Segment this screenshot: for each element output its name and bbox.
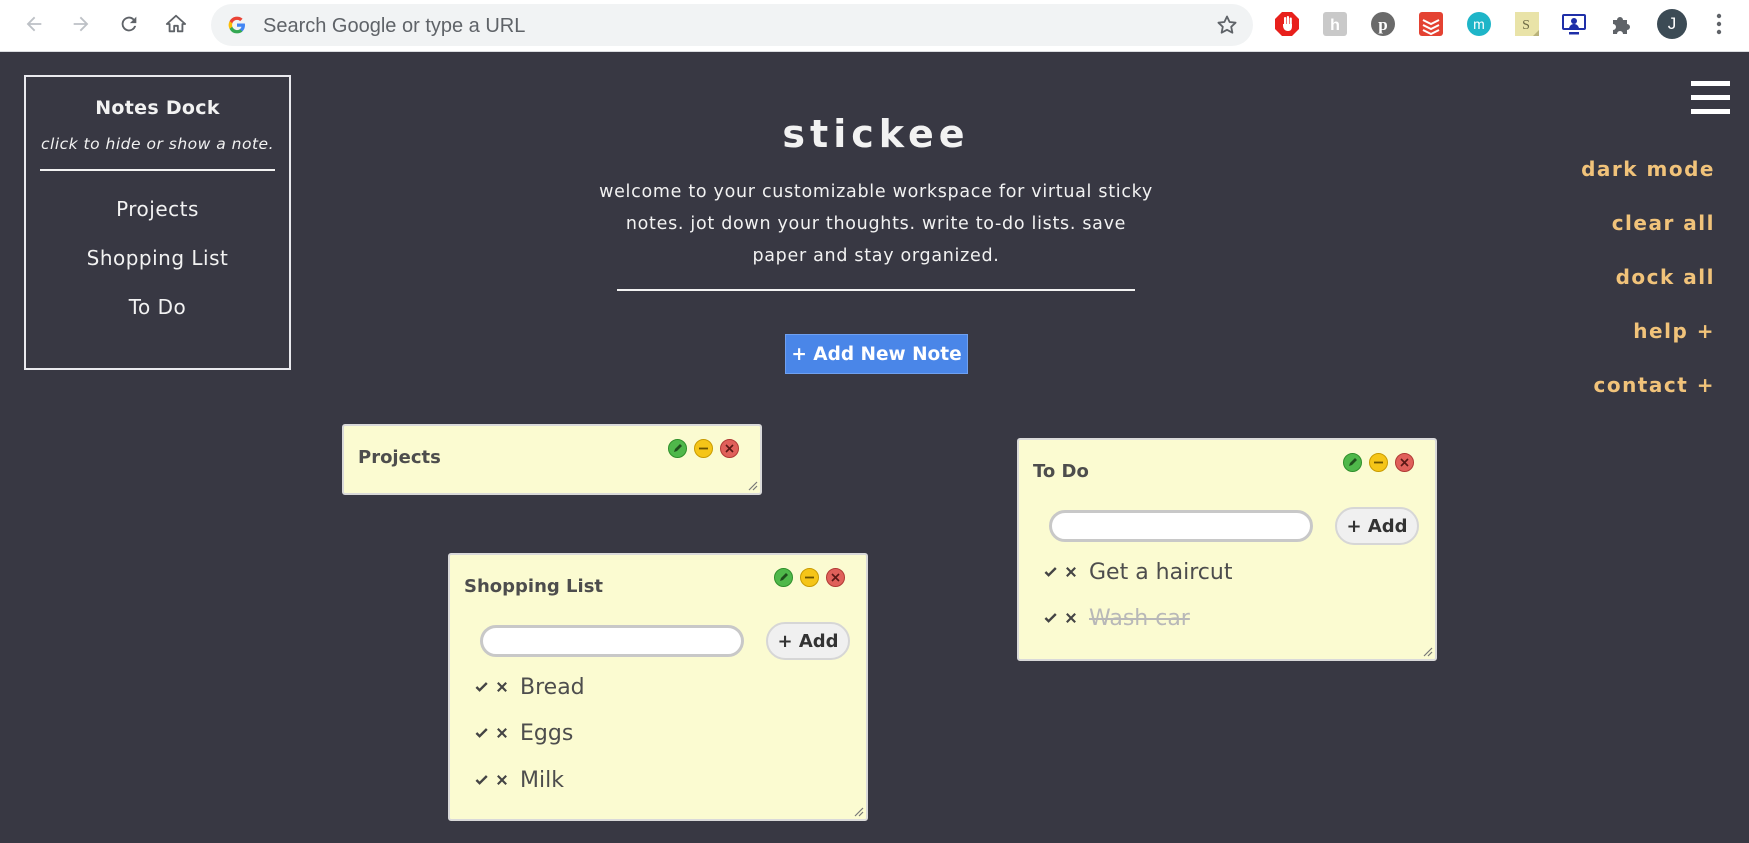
resize-handle-icon[interactable] (746, 479, 758, 491)
minus-icon (694, 439, 713, 458)
note-shopping-list[interactable]: Shopping List + Add Bread Eggs Milk (448, 553, 868, 821)
dock-item-to-do[interactable]: To Do (26, 295, 289, 319)
new-item-input[interactable] (1049, 510, 1313, 542)
check-icon[interactable] (472, 677, 492, 697)
list-item-completed: Wash car (1041, 603, 1190, 633)
header-divider (617, 289, 1135, 291)
delete-x-icon[interactable] (1061, 562, 1081, 582)
note-title: Shopping List (464, 576, 604, 597)
pencil-icon (774, 568, 793, 587)
minus-icon (1369, 453, 1388, 472)
reload-button[interactable] (111, 6, 147, 42)
note-to-do[interactable]: To Do + Add Get a haircut Wash car (1017, 438, 1437, 661)
screen-monitor-icon[interactable] (1561, 11, 1587, 37)
list-item: Get a haircut (1041, 557, 1232, 587)
m-circle-icon[interactable]: m (1466, 11, 1492, 37)
clear-all-link[interactable]: clear all (1612, 211, 1715, 235)
omnibox[interactable]: Search Google or type a URL (211, 4, 1253, 46)
welcome-text: welcome to your customizable workspace f… (599, 182, 1153, 266)
profile-avatar[interactable]: J (1657, 9, 1687, 39)
list-item: Bread (472, 672, 585, 702)
google-g-icon (228, 16, 245, 34)
resize-handle-icon[interactable] (852, 805, 864, 817)
close-icon (826, 568, 845, 587)
app-title: stickee (782, 112, 970, 156)
close-button[interactable] (826, 568, 845, 587)
check-icon[interactable] (472, 770, 492, 790)
resize-handle-icon[interactable] (1421, 645, 1433, 657)
back-button[interactable] (16, 6, 52, 42)
dock-subtitle: click to hide or show a note. (40, 135, 275, 153)
edit-button[interactable] (1343, 453, 1362, 472)
dock-divider (40, 169, 275, 171)
close-icon (720, 439, 739, 458)
delete-x-icon[interactable] (492, 723, 512, 743)
check-icon[interactable] (1041, 562, 1061, 582)
add-item-button[interactable]: + Add (766, 622, 850, 660)
note-title: To Do (1033, 461, 1089, 482)
delete-x-icon[interactable] (492, 677, 512, 697)
pinterest-icon[interactable]: p (1370, 11, 1396, 37)
add-item-button[interactable]: + Add (1335, 507, 1419, 545)
minimize-button[interactable] (694, 439, 713, 458)
todoist-icon[interactable] (1418, 11, 1444, 37)
back-arrow-icon (26, 16, 42, 32)
check-icon[interactable] (472, 723, 492, 743)
minimize-button[interactable] (800, 568, 819, 587)
svg-text:p: p (1378, 15, 1387, 34)
pencil-icon (1343, 453, 1362, 472)
add-new-note-button[interactable]: + Add New Note (785, 334, 968, 374)
forward-button[interactable] (63, 6, 99, 42)
edit-button[interactable] (774, 568, 793, 587)
note-title: Projects (358, 447, 441, 468)
pencil-icon (668, 439, 687, 458)
delete-x-icon[interactable] (492, 770, 512, 790)
dark-mode-link[interactable]: dark mode (1581, 157, 1715, 181)
close-button[interactable] (720, 439, 739, 458)
browser-toolbar: Search Google or type a URL h p m S J (0, 0, 1749, 52)
list-item-text: Bread (520, 674, 585, 700)
minimize-button[interactable] (1369, 453, 1388, 472)
omnibox-placeholder: Search Google or type a URL (263, 15, 526, 37)
bookmark-star-icon[interactable] (1215, 13, 1239, 37)
check-icon[interactable] (1041, 608, 1061, 628)
note-projects[interactable]: Projects (342, 424, 762, 495)
new-item-input[interactable] (480, 625, 744, 657)
svg-text:h: h (1330, 17, 1340, 34)
dock-item-projects[interactable]: Projects (26, 197, 289, 221)
contact-link[interactable]: contact + (1593, 373, 1715, 397)
kebab-menu-icon[interactable] (1706, 11, 1732, 37)
edit-button[interactable] (668, 439, 687, 458)
reload-icon (121, 16, 137, 32)
list-item-text: Wash car (1089, 605, 1190, 631)
sticky-s-icon[interactable]: S (1514, 11, 1540, 37)
list-item: Milk (472, 765, 564, 795)
svg-text:S: S (1522, 18, 1530, 33)
dock-title: Notes Dock (95, 97, 220, 119)
minus-icon (800, 568, 819, 587)
list-item-text: Get a haircut (1089, 559, 1233, 585)
notes-dock: Notes Dock click to hide or show a note.… (24, 75, 291, 370)
list-item-text: Eggs (520, 720, 574, 746)
forward-arrow-icon (73, 16, 89, 32)
puzzle-icon[interactable] (1609, 11, 1635, 37)
dock-all-link[interactable]: dock all (1616, 265, 1715, 289)
svg-text:m: m (1473, 16, 1485, 32)
hamburger-menu-icon[interactable] (1691, 81, 1730, 115)
home-button[interactable] (158, 6, 194, 42)
profile-initial: J (1667, 14, 1677, 33)
close-icon (1395, 453, 1414, 472)
pumpkin-h-icon[interactable]: h (1322, 11, 1348, 37)
list-item: Eggs (472, 718, 573, 748)
delete-x-icon[interactable] (1061, 608, 1081, 628)
dock-item-shopping-list[interactable]: Shopping List (26, 246, 289, 270)
home-icon (165, 14, 187, 33)
hand-stop-icon[interactable] (1274, 11, 1300, 37)
help-link[interactable]: help + (1633, 319, 1715, 343)
close-button[interactable] (1395, 453, 1414, 472)
list-item-text: Milk (520, 767, 564, 793)
